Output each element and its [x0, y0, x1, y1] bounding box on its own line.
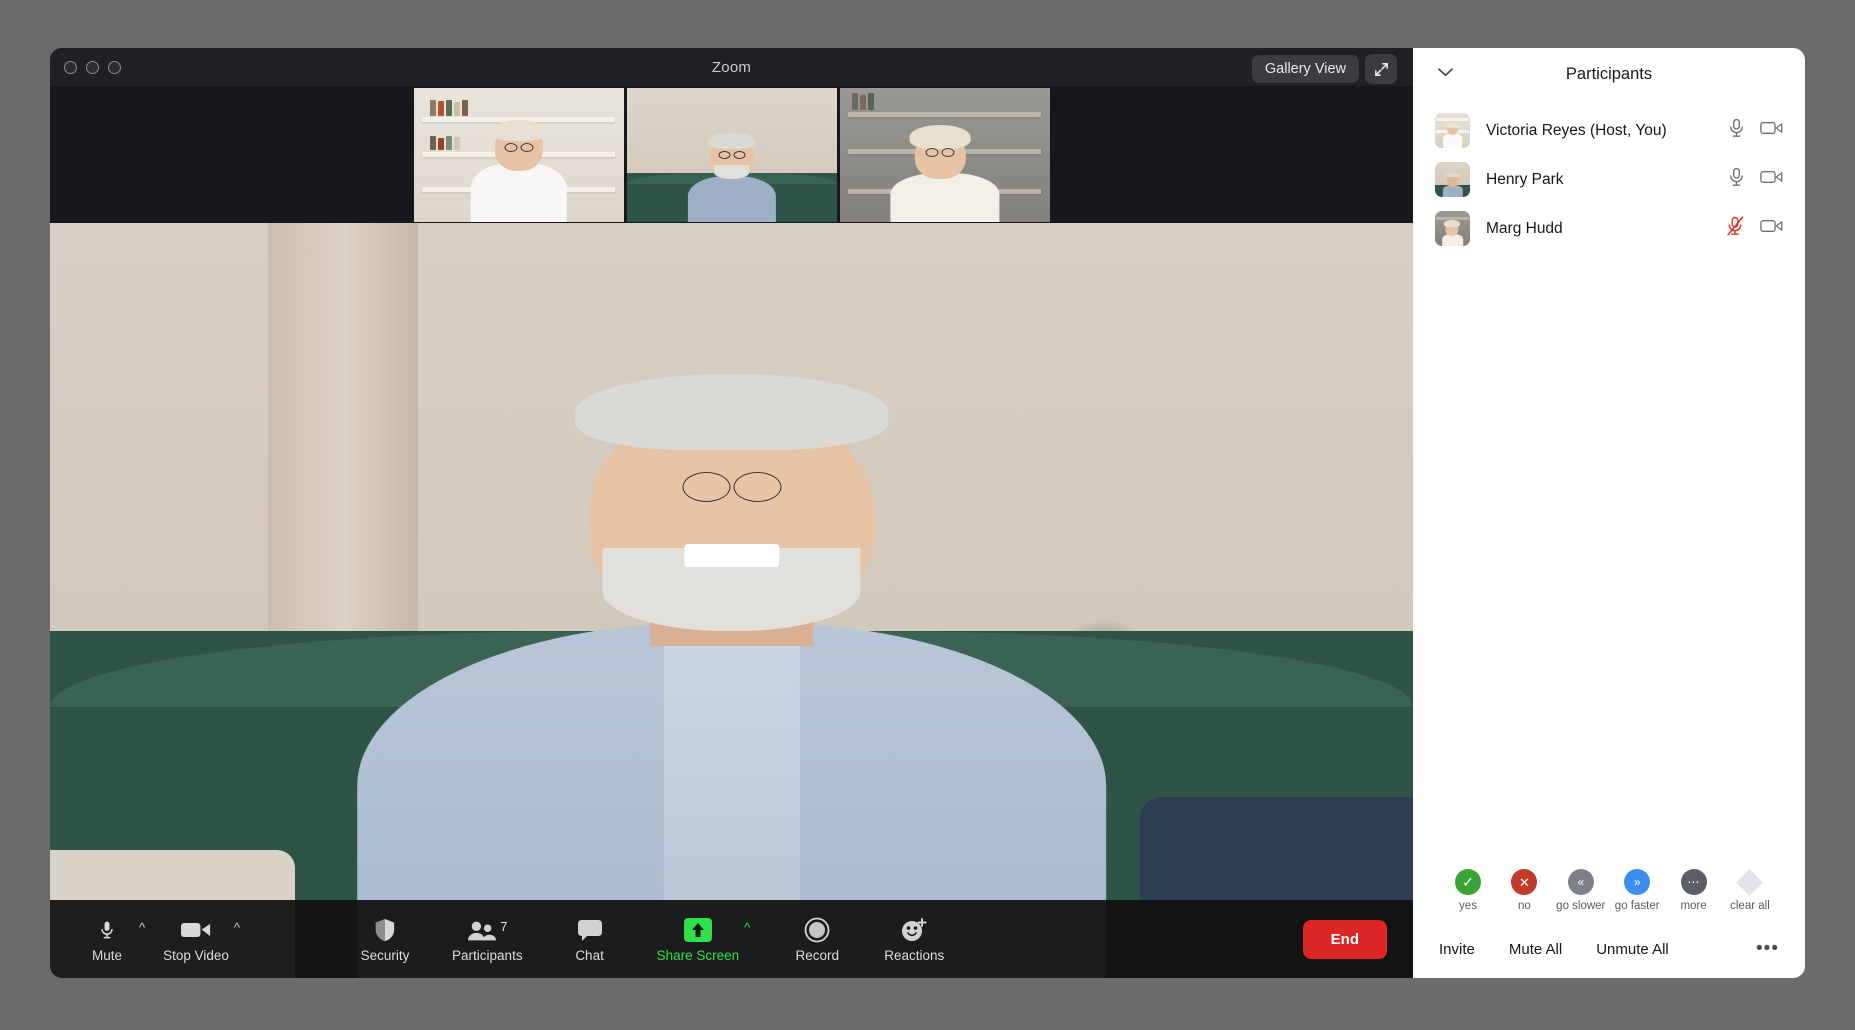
participants-panel: Participants Victoria Reyes (Host, You) … — [1413, 48, 1805, 978]
main-speaker-video[interactable] — [50, 223, 1413, 978]
reaction-label: more — [1680, 900, 1707, 912]
screen: Zoom Gallery View Mute ^ Stop Video ^ Se… — [0, 0, 1855, 1030]
video-on-icon[interactable] — [1760, 169, 1783, 190]
stop-video-label: Stop Video — [163, 948, 229, 963]
chevron-down-icon[interactable] — [1437, 65, 1454, 83]
mic-on-icon[interactable] — [1729, 118, 1744, 143]
participant-name: Marg Hudd — [1486, 219, 1563, 237]
expand-icon[interactable] — [1365, 54, 1397, 84]
participants-actions: Invite Mute All Unmute All ••• — [1413, 920, 1805, 978]
double-chevron-left-icon: « — [1567, 869, 1594, 895]
meeting-area: Zoom Gallery View Mute ^ Stop Video ^ Se… — [50, 48, 1413, 978]
mic-muted-icon[interactable] — [1727, 216, 1744, 241]
reaction-label: no — [1517, 900, 1531, 912]
reactions-icon — [900, 915, 928, 945]
x-circle-icon: ✕ — [1511, 869, 1538, 895]
mute-all-button[interactable]: Mute All — [1509, 941, 1562, 958]
participant-name: Henry Park — [1486, 170, 1564, 188]
filmstrip-thumb-active[interactable] — [626, 87, 837, 222]
share-screen-button[interactable]: Share Screen ^ — [656, 915, 750, 963]
meeting-toolbar: Mute ^ Stop Video ^ Security 7 Participa… — [50, 900, 1413, 978]
security-button[interactable]: Security — [358, 915, 412, 963]
chevron-up-icon[interactable]: ^ — [139, 921, 145, 934]
filmstrip-thumb[interactable] — [839, 87, 1050, 222]
diamond-icon — [1736, 868, 1764, 896]
video-on-icon[interactable] — [1760, 218, 1783, 239]
video-camera-icon — [181, 915, 211, 945]
reaction-more[interactable]: ⋯ more — [1667, 869, 1721, 912]
reaction-go-slower[interactable]: « go slower — [1554, 869, 1608, 912]
reaction-no[interactable]: ✕ no — [1497, 869, 1551, 912]
participants-button[interactable]: 7 Participants — [452, 915, 523, 963]
stop-video-button[interactable]: Stop Video ^ — [163, 915, 240, 963]
participants-label: Participants — [452, 948, 523, 963]
speaker-photo — [50, 223, 1413, 978]
zoom-window: Zoom Gallery View Mute ^ Stop Video ^ Se… — [50, 48, 1805, 978]
participant-row[interactable]: Marg Hudd — [1413, 204, 1805, 253]
mic-on-icon[interactable] — [1729, 167, 1744, 192]
participant-row[interactable]: Henry Park — [1413, 155, 1805, 204]
people-icon: 7 — [467, 915, 507, 945]
chevron-up-icon[interactable]: ^ — [234, 921, 240, 934]
reactions-label: Reactions — [884, 948, 945, 963]
reaction-label: clear all — [1730, 900, 1770, 912]
chat-label: Chat — [575, 948, 604, 963]
avatar — [1435, 162, 1470, 197]
chat-button[interactable]: Chat — [563, 915, 617, 963]
title-bar: Zoom — [50, 48, 1413, 86]
reaction-go-faster[interactable]: » go faster — [1610, 869, 1664, 912]
reaction-clear-all[interactable]: clear all — [1723, 868, 1777, 912]
record-icon — [804, 915, 830, 945]
filmstrip — [50, 86, 1413, 223]
reaction-yes[interactable]: ✓ yes — [1441, 869, 1495, 912]
participants-count: 7 — [500, 919, 508, 934]
record-button[interactable]: Record — [790, 915, 844, 963]
microphone-icon — [97, 915, 117, 945]
reactions-button[interactable]: Reactions — [884, 915, 944, 963]
ellipsis-circle-icon: ⋯ — [1680, 869, 1707, 895]
participants-panel-header: Participants — [1413, 48, 1805, 100]
avatar — [1435, 113, 1470, 148]
reactions-strip: ✓ yes ✕ no « go slower » go faster ⋯ mor… — [1413, 868, 1805, 920]
avatar — [1435, 211, 1470, 246]
view-controls: Gallery View — [1251, 54, 1397, 84]
window-controls[interactable] — [64, 60, 121, 74]
maximize-button[interactable] — [108, 60, 121, 74]
participants-panel-title: Participants — [1565, 64, 1653, 83]
reaction-label: go slower — [1556, 900, 1606, 912]
video-on-icon[interactable] — [1760, 120, 1783, 141]
reaction-label: go faster — [1614, 900, 1660, 912]
more-options-button[interactable]: ••• — [1756, 938, 1779, 960]
invite-button[interactable]: Invite — [1439, 941, 1475, 958]
close-button[interactable] — [64, 60, 77, 74]
security-label: Security — [360, 948, 410, 963]
mute-button[interactable]: Mute ^ — [80, 915, 145, 963]
participants-list[interactable]: Victoria Reyes (Host, You) Henry Park Ma… — [1413, 100, 1805, 869]
chevron-up-icon[interactable]: ^ — [744, 921, 750, 934]
shield-icon — [374, 915, 396, 945]
record-label: Record — [795, 948, 840, 963]
minimize-button[interactable] — [86, 60, 99, 74]
reaction-label: yes — [1459, 900, 1477, 912]
window-title: Zoom — [711, 58, 752, 76]
check-circle-icon: ✓ — [1455, 869, 1481, 895]
end-button[interactable]: End — [1302, 919, 1387, 959]
gallery-view-button[interactable]: Gallery View — [1251, 55, 1359, 83]
chat-bubble-icon — [577, 915, 603, 945]
participant-name: Victoria Reyes (Host, You) — [1486, 121, 1667, 139]
filmstrip-thumb[interactable] — [413, 87, 624, 222]
share-screen-icon — [683, 915, 713, 945]
share-screen-label: Share Screen — [656, 948, 740, 963]
double-chevron-right-icon: » — [1624, 869, 1651, 895]
participant-row[interactable]: Victoria Reyes (Host, You) — [1413, 106, 1805, 155]
unmute-all-button[interactable]: Unmute All — [1596, 941, 1669, 958]
mute-label: Mute — [91, 948, 122, 963]
